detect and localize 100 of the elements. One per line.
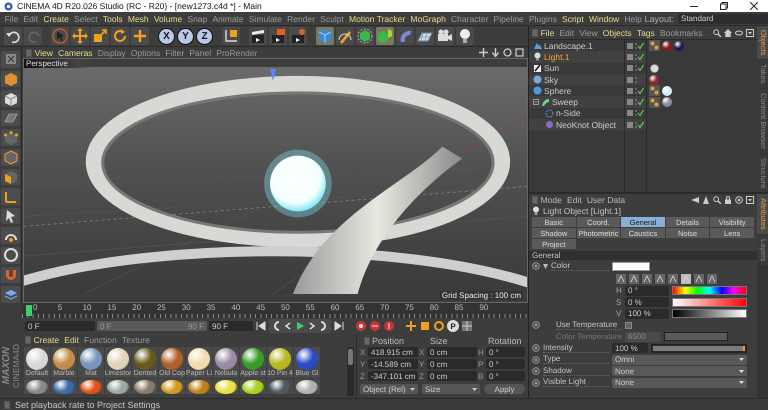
menu-item[interactable]: Edit: [62, 334, 82, 344]
menu-item[interactable]: Display: [95, 48, 128, 58]
pen-icon[interactable]: [337, 28, 353, 44]
record-key-icon[interactable]: [355, 320, 367, 332]
apply-button[interactable]: Apply: [484, 384, 525, 394]
material-tag[interactable]: [649, 74, 659, 85]
rotation-field[interactable]: 0 °: [486, 347, 525, 357]
rotation-field[interactable]: 0 °: [486, 359, 525, 369]
channel-field[interactable]: 100 %: [625, 308, 669, 319]
saturation-gradient-bar[interactable]: [672, 298, 747, 307]
caret-icon[interactable]: [739, 370, 744, 373]
grip-icon[interactable]: [25, 336, 31, 344]
position-field[interactable]: 418.915 cm: [368, 347, 418, 357]
subdivision-cube-icon[interactable]: [357, 28, 373, 44]
menu-item[interactable]: Options: [128, 48, 163, 58]
enabled-check-icon[interactable]: [635, 86, 644, 95]
material-tag[interactable]: [662, 40, 672, 51]
lock-icon[interactable]: [724, 196, 732, 204]
enabled-check-icon[interactable]: [635, 52, 644, 61]
menu-item[interactable]: Edit: [556, 28, 577, 38]
camera-icon[interactable]: [437, 28, 453, 44]
rotate-view-icon[interactable]: [503, 48, 512, 57]
key-rotation-icon[interactable]: [433, 320, 445, 332]
menu-item[interactable]: Filter: [162, 48, 187, 58]
object-name[interactable]: Sky: [544, 74, 558, 85]
clapperboard-icon[interactable]: [250, 28, 266, 44]
sun-expression-tag-icon[interactable]: [649, 62, 660, 74]
menu-item[interactable]: File: [538, 28, 557, 38]
checkbox[interactable]: [625, 322, 632, 329]
number-field[interactable]: 100 %: [612, 343, 648, 354]
phong-tag-icon[interactable]: [649, 85, 660, 96]
panel-menu-icon[interactable]: [746, 28, 754, 36]
back-arrow-icon[interactable]: [691, 196, 699, 204]
material-tag[interactable]: [662, 97, 672, 108]
close-icon[interactable]: [750, 2, 758, 10]
menu-item[interactable]: Edit: [20, 14, 41, 24]
coordinate-mode-dropdown[interactable]: Object (Rel): [360, 384, 418, 394]
grip-icon[interactable]: [4, 400, 10, 408]
menu-item[interactable]: Volume: [151, 14, 185, 24]
menu-item[interactable]: Script: [559, 14, 586, 24]
menu-item[interactable]: Mode: [538, 194, 564, 204]
polygons-mode-icon[interactable]: [2, 168, 18, 185]
play-icon[interactable]: [294, 320, 306, 332]
menu-item[interactable]: Snap: [184, 14, 210, 24]
animation-radio-icon[interactable]: [532, 321, 540, 330]
slider-fill[interactable]: [653, 346, 745, 351]
scale-icon[interactable]: [92, 28, 108, 44]
go-to-start-icon[interactable]: [255, 320, 267, 332]
menu-item[interactable]: Help: [622, 14, 644, 24]
grip-icon[interactable]: [532, 196, 538, 204]
object-name[interactable]: n-Side: [556, 108, 581, 118]
menu-item[interactable]: Tools: [100, 14, 126, 24]
axis-lock-button[interactable]: X: [158, 28, 175, 44]
size-mode-dropdown[interactable]: Size: [422, 384, 480, 394]
caret-icon[interactable]: [472, 388, 477, 390]
menu-item[interactable]: Cameras: [55, 48, 96, 58]
channel-field[interactable]: 0 °: [625, 286, 669, 296]
search-icon[interactable]: [713, 196, 721, 204]
color-swatch[interactable]: [612, 262, 650, 271]
restore-icon[interactable]: [720, 2, 728, 10]
move-view-icon[interactable]: [479, 48, 488, 57]
zoom-view-icon[interactable]: [491, 48, 500, 57]
enabled-check-icon[interactable]: [635, 98, 644, 106]
layer-square-icon[interactable]: [627, 88, 633, 94]
menu-item[interactable]: Simulate: [246, 14, 284, 24]
value-gradient-bar[interactable]: [672, 309, 747, 318]
layer-square-icon[interactable]: [627, 122, 633, 128]
light-bulb-icon[interactable]: [457, 28, 473, 44]
phong-tag-icon[interactable]: [649, 96, 660, 108]
end-frame-field[interactable]: 90 F: [209, 321, 253, 331]
grip-icon[interactable]: [532, 28, 538, 36]
rotate-icon[interactable]: [112, 28, 128, 44]
move-icon[interactable]: [72, 28, 88, 44]
axis-lock-button[interactable]: Y: [177, 28, 194, 44]
menu-item[interactable]: MoGraph: [408, 14, 448, 24]
enabled-check-icon[interactable]: [635, 120, 644, 129]
model-mode-icon[interactable]: [2, 70, 18, 87]
collapse-box-icon[interactable]: [533, 99, 539, 106]
key-position-icon[interactable]: [405, 320, 417, 332]
material-tag[interactable]: [674, 40, 684, 51]
layer-square-icon[interactable]: [627, 110, 633, 116]
menu-item[interactable]: Panel: [186, 48, 214, 58]
menu-item[interactable]: Plugins: [526, 14, 560, 24]
timeline-ruler[interactable]: 0 5 10 15 20 25 30 35 40 45 50 55 60 65 70 75 80 85 90: [22, 303, 528, 318]
menu-item[interactable]: View: [576, 28, 600, 38]
position-field[interactable]: -347.101 cm: [368, 371, 418, 381]
caret-icon[interactable]: [739, 358, 744, 362]
layer-square-icon[interactable]: [627, 65, 633, 72]
menu-item[interactable]: File: [2, 14, 21, 24]
parameter-key-button[interactable]: P: [447, 320, 459, 332]
parameter-dropdown[interactable]: None: [612, 378, 747, 388]
menu-item[interactable]: Character: [448, 14, 491, 24]
clapperboard-window-icon[interactable]: [270, 28, 286, 44]
panel-menu-icon[interactable]: [746, 196, 754, 204]
points-mode-icon[interactable]: [2, 130, 18, 146]
menu-item[interactable]: Sculpt: [318, 14, 346, 24]
menu-item[interactable]: Tags: [634, 28, 658, 38]
menu-item[interactable]: Function: [82, 334, 120, 344]
menu-item[interactable]: Motion Tracker: [346, 14, 408, 24]
go-to-end-icon[interactable]: [333, 320, 345, 332]
